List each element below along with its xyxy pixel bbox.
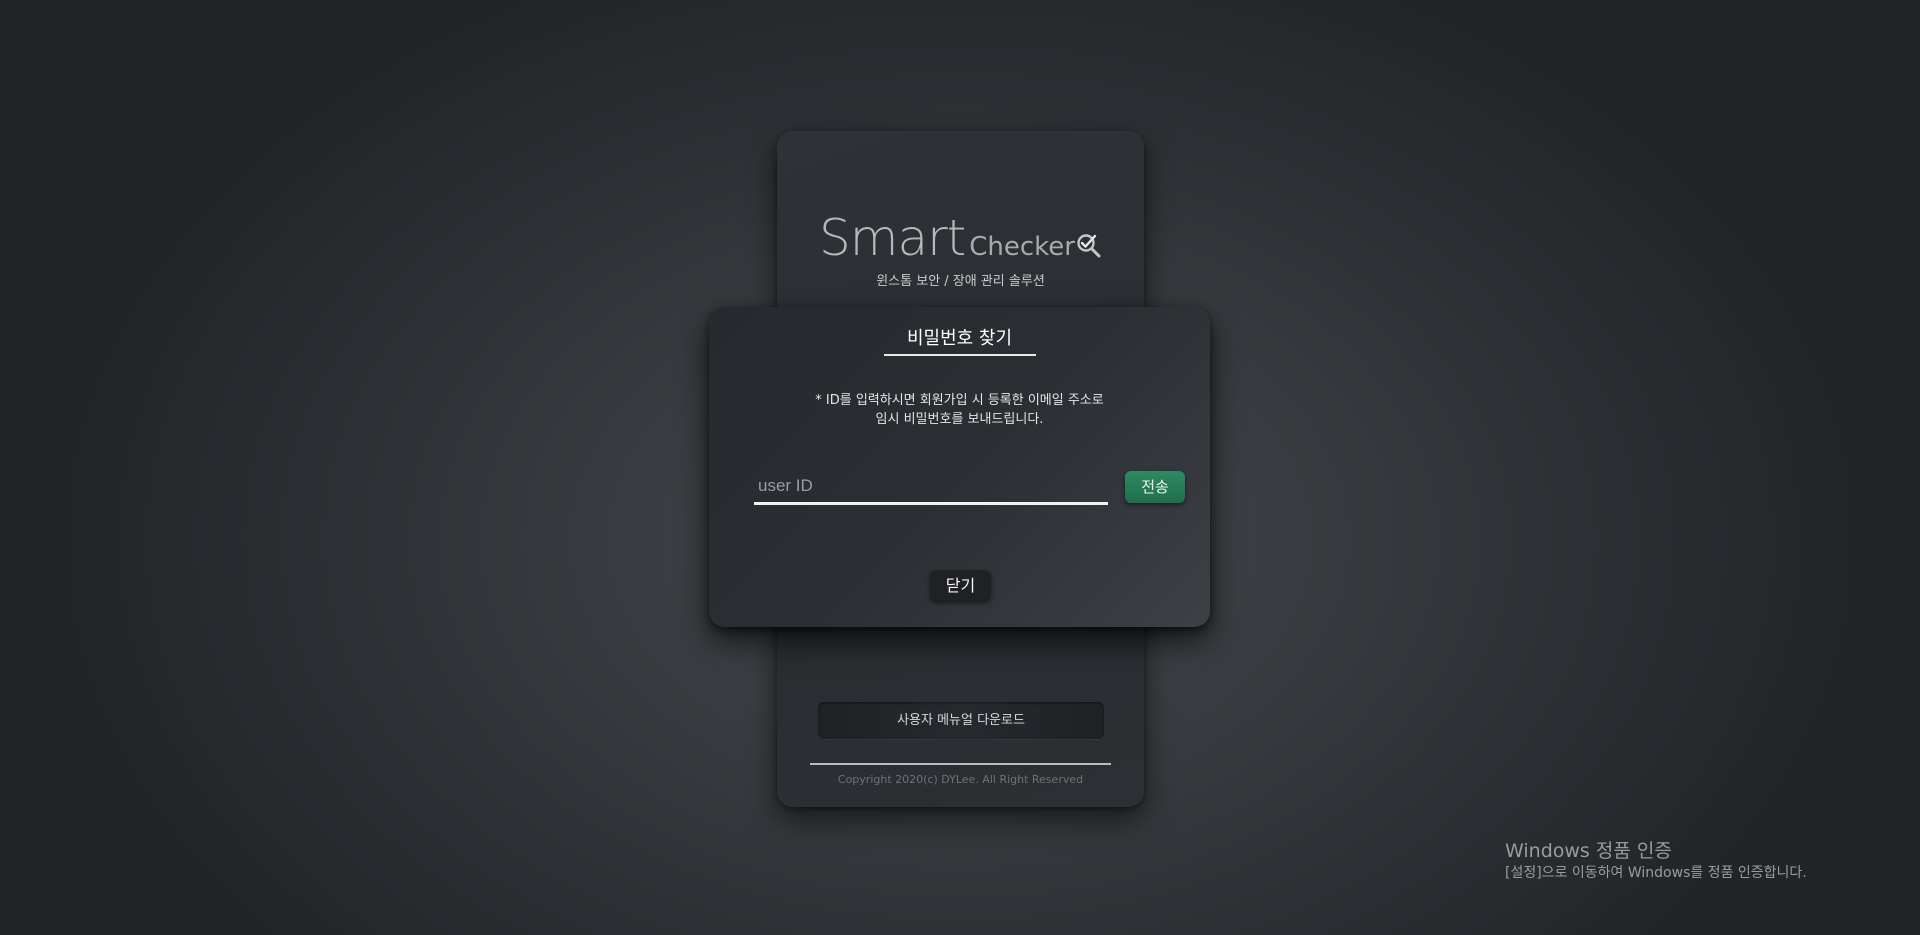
modal-title: 비밀번호 찾기 <box>906 328 1013 349</box>
user-id-input[interactable] <box>754 470 1108 505</box>
send-button[interactable]: 전송 <box>1125 471 1185 503</box>
footer-divider <box>810 763 1111 765</box>
title-underline <box>884 354 1036 356</box>
modal-description: * ID를 입력하시면 회원가입 시 등록한 이메일 주소로 임시 비밀번호를 … <box>709 391 1210 429</box>
copyright-text: Copyright 2020(c) DYLee. All Right Reser… <box>837 773 1084 786</box>
logo-checker-text: Checker <box>969 232 1075 262</box>
find-password-modal: 비밀번호 찾기 * ID를 입력하시면 회원가입 시 등록한 이메일 주소로 임… <box>709 307 1210 627</box>
close-button[interactable]: 닫기 <box>930 570 991 601</box>
logo-smart-text: Smart <box>819 209 966 267</box>
smart-checker-logo: Smart Checker <box>777 209 1144 267</box>
description-line-1: * ID를 입력하시면 회원가입 시 등록한 이메일 주소로 <box>815 393 1104 408</box>
manual-download-button[interactable]: 사용자 메뉴얼 다운로드 <box>818 702 1104 739</box>
windows-activation-watermark: Windows 정품 인증 [설정]으로 이동하여 Windows를 정품 인증… <box>1505 839 1807 882</box>
magnifier-check-icon <box>1076 233 1102 259</box>
windows-activation-title: Windows 정품 인증 <box>1505 840 1672 862</box>
product-subtitle: 윈스톰 보안 / 장애 관리 솔루션 <box>876 274 1045 289</box>
description-line-2: 임시 비밀번호를 보내드립니다. <box>875 412 1044 427</box>
windows-activation-subtitle: [설정]으로 이동하여 Windows를 정품 인증합니다. <box>1505 865 1807 881</box>
